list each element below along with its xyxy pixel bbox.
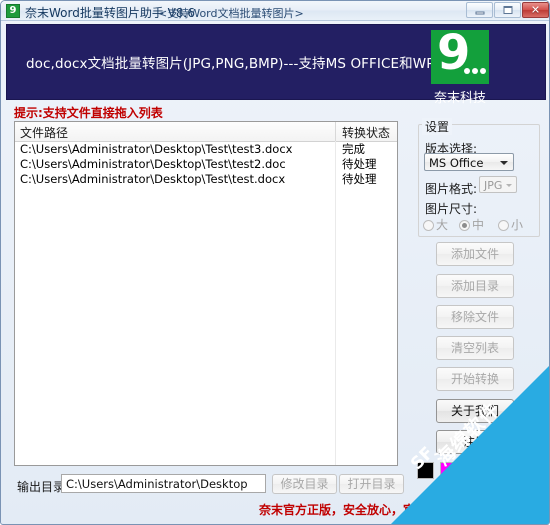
maximize-button[interactable] bbox=[494, 2, 521, 18]
image-size-option-small-label: 小 bbox=[511, 218, 524, 232]
radio-icon bbox=[459, 220, 470, 231]
close-button[interactable]: ✕ bbox=[522, 2, 549, 18]
minimize-icon bbox=[475, 11, 484, 15]
table-row[interactable]: C:\Users\Administrator\Desktop\Test\test… bbox=[15, 172, 397, 187]
version-select[interactable]: MS Office bbox=[424, 153, 514, 171]
column-header-path[interactable]: 文件路径 bbox=[20, 124, 68, 141]
radio-icon bbox=[498, 220, 509, 231]
version-select-value: MS Office bbox=[429, 156, 484, 170]
column-grid-line bbox=[335, 141, 336, 465]
about-us-button[interactable]: 关于我们 bbox=[436, 399, 514, 423]
cell-file-path: C:\Users\Administrator\Desktop\Test\test… bbox=[20, 172, 286, 186]
output-directory-input[interactable]: C:\Users\Administrator\Desktop bbox=[61, 474, 266, 493]
maximize-icon bbox=[503, 6, 512, 14]
application-window: 9 奈末Word批量转图片助手 V8.6 <支持Word文档批量转图片> ✕ d… bbox=[0, 0, 550, 525]
logo-dot-icon bbox=[472, 68, 478, 74]
image-size-option-large-label: 大 bbox=[436, 218, 449, 232]
cell-status: 待处理 bbox=[342, 172, 377, 186]
banner: doc,docx文档批量转图片(JPG,PNG,BMP)---支持MS OFFI… bbox=[6, 24, 546, 106]
image-size-option-small[interactable]: 小 bbox=[498, 216, 523, 233]
minimize-button[interactable] bbox=[466, 2, 493, 18]
cell-file-path: C:\Users\Administrator\Desktop\Test\test… bbox=[20, 142, 293, 156]
add-directory-button[interactable]: 添加目录 bbox=[436, 274, 514, 298]
file-list-header: 文件路径 转换状态 bbox=[15, 122, 397, 142]
start-convert-button[interactable]: 开始转换 bbox=[436, 367, 514, 391]
color-swatch-black[interactable] bbox=[417, 462, 434, 479]
color-swatch-magenta[interactable] bbox=[440, 462, 457, 479]
image-format-label: 图片格式: bbox=[425, 182, 478, 196]
drag-drop-tip: 提示:支持文件直接拖入列表 bbox=[14, 106, 163, 120]
company-logo: 9 bbox=[431, 25, 489, 84]
title-bar: 9 奈末Word批量转图片助手 V8.6 <支持Word文档批量转图片> ✕ bbox=[1, 1, 549, 21]
change-directory-button[interactable]: 修改目录 bbox=[272, 474, 337, 494]
file-list[interactable]: 文件路径 转换状态 C:\Users\Administrator\Desktop… bbox=[14, 121, 398, 466]
chevron-down-icon bbox=[500, 161, 508, 165]
close-icon: ✕ bbox=[530, 3, 541, 17]
chevron-down-icon bbox=[506, 184, 512, 187]
window-subtitle: <支持Word文档批量转图片> bbox=[158, 7, 304, 20]
banner-headline: doc,docx文档批量转图片(JPG,PNG,BMP)---支持MS OFFI… bbox=[26, 56, 444, 72]
logo-dot-icon bbox=[480, 68, 486, 74]
cell-status: 待处理 bbox=[342, 157, 377, 171]
radio-icon bbox=[423, 220, 434, 231]
company-name: 奈末科技 bbox=[433, 91, 486, 106]
column-divider bbox=[335, 122, 336, 141]
open-directory-button[interactable]: 打开目录 bbox=[339, 474, 404, 494]
app-icon: 9 bbox=[6, 4, 20, 18]
clear-list-button[interactable]: 清空列表 bbox=[436, 336, 514, 360]
image-size-option-medium-label: 中 bbox=[472, 218, 485, 232]
cell-status: 完成 bbox=[342, 142, 365, 156]
output-directory-value: C:\Users\Administrator\Desktop bbox=[66, 477, 248, 491]
table-row[interactable]: C:\Users\Administrator\Desktop\Test\test… bbox=[15, 157, 397, 172]
image-size-label: 图片尺寸: bbox=[425, 202, 478, 216]
register-button[interactable]: 注册 bbox=[436, 430, 514, 454]
add-file-button[interactable]: 添加文件 bbox=[436, 242, 514, 266]
cell-file-path: C:\Users\Administrator\Desktop\Test\test… bbox=[20, 157, 286, 171]
image-format-value: JPG bbox=[484, 179, 503, 192]
remove-file-button[interactable]: 移除文件 bbox=[436, 305, 514, 329]
image-size-option-large[interactable]: 大 bbox=[423, 216, 448, 233]
column-header-status[interactable]: 转换状态 bbox=[342, 124, 390, 141]
image-size-option-medium[interactable]: 中 bbox=[459, 216, 484, 233]
footer-note: 奈末官方正版，安全放心，官方下载 bbox=[259, 503, 452, 517]
settings-legend: 设置 bbox=[422, 118, 453, 135]
logo-dot-icon bbox=[464, 68, 470, 74]
table-row[interactable]: C:\Users\Administrator\Desktop\Test\test… bbox=[15, 142, 397, 157]
image-format-select[interactable]: JPG bbox=[479, 176, 517, 193]
